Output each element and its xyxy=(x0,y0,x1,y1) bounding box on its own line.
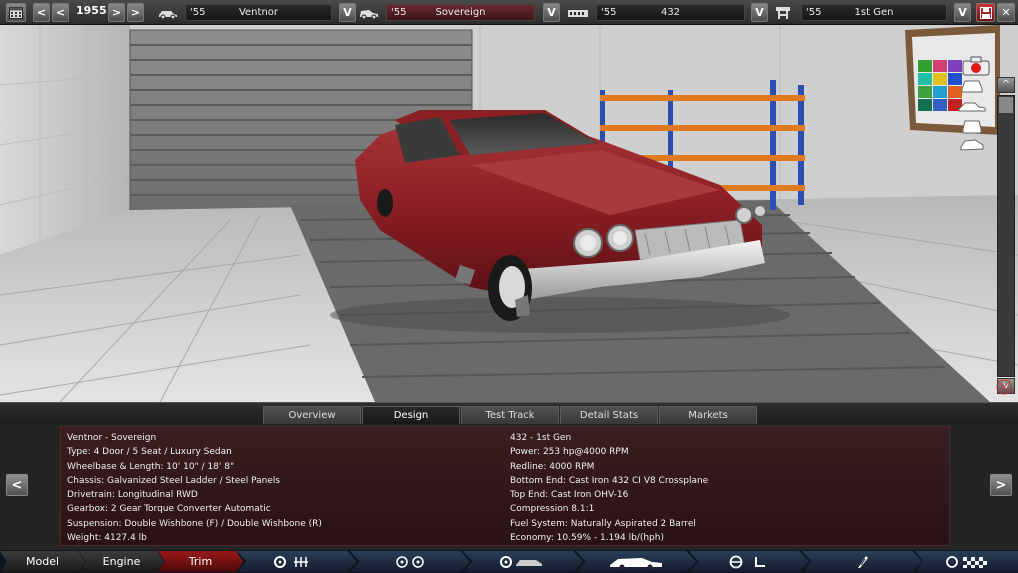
car-model-icon xyxy=(156,4,180,21)
year-next-button[interactable]: > xyxy=(108,3,125,22)
nav-model[interactable]: Model xyxy=(0,551,85,572)
view-toolbar: ^ v xyxy=(958,55,1015,395)
car-chassis: Chassis: Galvanized Steel Ladder / Steel… xyxy=(67,475,281,486)
next-arrow-button[interactable]: > xyxy=(990,474,1012,496)
car-wheelbase: Wheelbase & Length: 10' 10" / 18' 8" xyxy=(67,461,235,472)
bottom-nav: Model Engine Trim xyxy=(0,550,1018,573)
tab-overview[interactable]: Overview xyxy=(263,406,361,425)
camera-icon[interactable] xyxy=(961,55,991,77)
year-next-fast-button[interactable]: > xyxy=(127,3,144,22)
engine-title: 432 - 1st Gen xyxy=(510,433,572,443)
engine-details-column: 432 - 1st Gen Power: 253 hp@4000 RPM Red… xyxy=(510,431,708,545)
engine-redline: Redline: 4000 RPM xyxy=(510,461,595,472)
engine-variant-icon xyxy=(771,4,795,21)
car-suspension: Suspension: Double Wishbone (F) / Double… xyxy=(67,518,322,529)
view-side-icon[interactable] xyxy=(957,97,987,115)
engine-variant-name: 1st Gen xyxy=(854,7,894,18)
nav-body[interactable] xyxy=(576,551,696,572)
nav-suspension[interactable] xyxy=(350,551,470,572)
engine-name: 432 xyxy=(660,7,681,18)
engine-top-end: Top End: Cast Iron OHV-16 xyxy=(510,490,629,501)
model-field[interactable]: '55 Ventnor xyxy=(185,4,332,21)
garage-render xyxy=(0,25,1018,402)
nav-test[interactable] xyxy=(915,551,1018,572)
car-title: Ventnor - Sovereign xyxy=(67,433,157,443)
car-drivetrain: Drivetrain: Longitudinal RWD xyxy=(67,490,198,501)
tab-design[interactable]: Design xyxy=(362,406,460,425)
engine-power: Power: 253 hp@4000 RPM xyxy=(510,447,629,458)
trim-name: Sovereign xyxy=(435,7,486,18)
engine-dropdown-button[interactable]: V xyxy=(751,3,768,22)
car-gearbox: Gearbox: 2 Gear Torque Converter Automat… xyxy=(67,504,271,515)
engine-compression: Compression 8.1:1 xyxy=(510,504,595,515)
year-prev-button[interactable]: < xyxy=(52,3,69,22)
nav-engine[interactable]: Engine xyxy=(79,551,164,572)
view-top-icon[interactable] xyxy=(957,137,987,155)
model-dropdown-button[interactable]: V xyxy=(339,3,356,22)
design-summary-box: Ventnor - Sovereign Type: 4 Door / 5 Sea… xyxy=(60,426,950,546)
close-button[interactable]: ✕ xyxy=(997,3,1015,22)
year-value: 1955 xyxy=(76,4,107,17)
nav-chassis[interactable] xyxy=(237,551,357,572)
scrollbar-thumb[interactable] xyxy=(999,97,1013,113)
view-rear-icon[interactable] xyxy=(957,117,987,135)
tab-test-track[interactable]: Test Track xyxy=(461,406,559,425)
calendar-icon[interactable] xyxy=(6,3,26,22)
previous-arrow-button[interactable]: < xyxy=(6,474,28,496)
engine-field[interactable]: '55 432 xyxy=(596,4,745,21)
tab-detail-stats[interactable]: Detail Stats xyxy=(560,406,658,425)
trim-field[interactable]: '55 Sovereign xyxy=(386,4,535,21)
engine-variant-dropdown-button[interactable]: V xyxy=(954,3,971,22)
engine-bottom-end: Bottom End: Cast Iron 432 CI V8 Crosspla… xyxy=(510,475,709,486)
car-details-column: Ventnor - Sovereign Type: 4 Door / 5 Sea… xyxy=(67,431,322,545)
engine-fuel-system: Fuel System: Naturally Aspirated 2 Barre… xyxy=(510,518,696,529)
scroll-up-button[interactable]: ^ xyxy=(997,77,1015,93)
engine-block-icon xyxy=(566,4,590,21)
engine-variant-field[interactable]: '55 1st Gen xyxy=(801,4,947,21)
nav-drivetrain[interactable] xyxy=(463,551,583,572)
engine-economy: Economy: 10.59% - 1.194 lb/(hph) xyxy=(510,533,664,544)
year-prev-fast-button[interactable]: < xyxy=(33,3,50,22)
nav-fixtures[interactable] xyxy=(802,551,922,572)
info-panel: < Ventnor - Sovereign Type: 4 Door / 5 S… xyxy=(0,424,1018,550)
close-view-icon[interactable] xyxy=(994,377,1014,397)
model-name: Ventnor xyxy=(238,7,279,18)
nav-trim[interactable]: Trim xyxy=(158,551,243,572)
info-tabs: Overview Design Test Track Detail Stats … xyxy=(0,402,1018,425)
scrollbar-track[interactable] xyxy=(997,95,1015,377)
view-front-icon[interactable] xyxy=(957,77,987,95)
trim-dropdown-button[interactable]: V xyxy=(543,3,560,22)
nav-interior[interactable] xyxy=(689,551,809,572)
save-icon[interactable] xyxy=(976,3,995,22)
car-type: Type: 4 Door / 5 Seat / Luxury Sedan xyxy=(67,447,232,458)
top-bar: < < 1955 > > '55 Ventnor V '55 Sovereign… xyxy=(0,0,1018,25)
car-weight: Weight: 4127.4 lb xyxy=(67,533,147,544)
tab-markets[interactable]: Markets xyxy=(659,406,757,425)
garage-scene[interactable]: ^ v xyxy=(0,25,1018,402)
car-trim-icon xyxy=(357,4,381,21)
